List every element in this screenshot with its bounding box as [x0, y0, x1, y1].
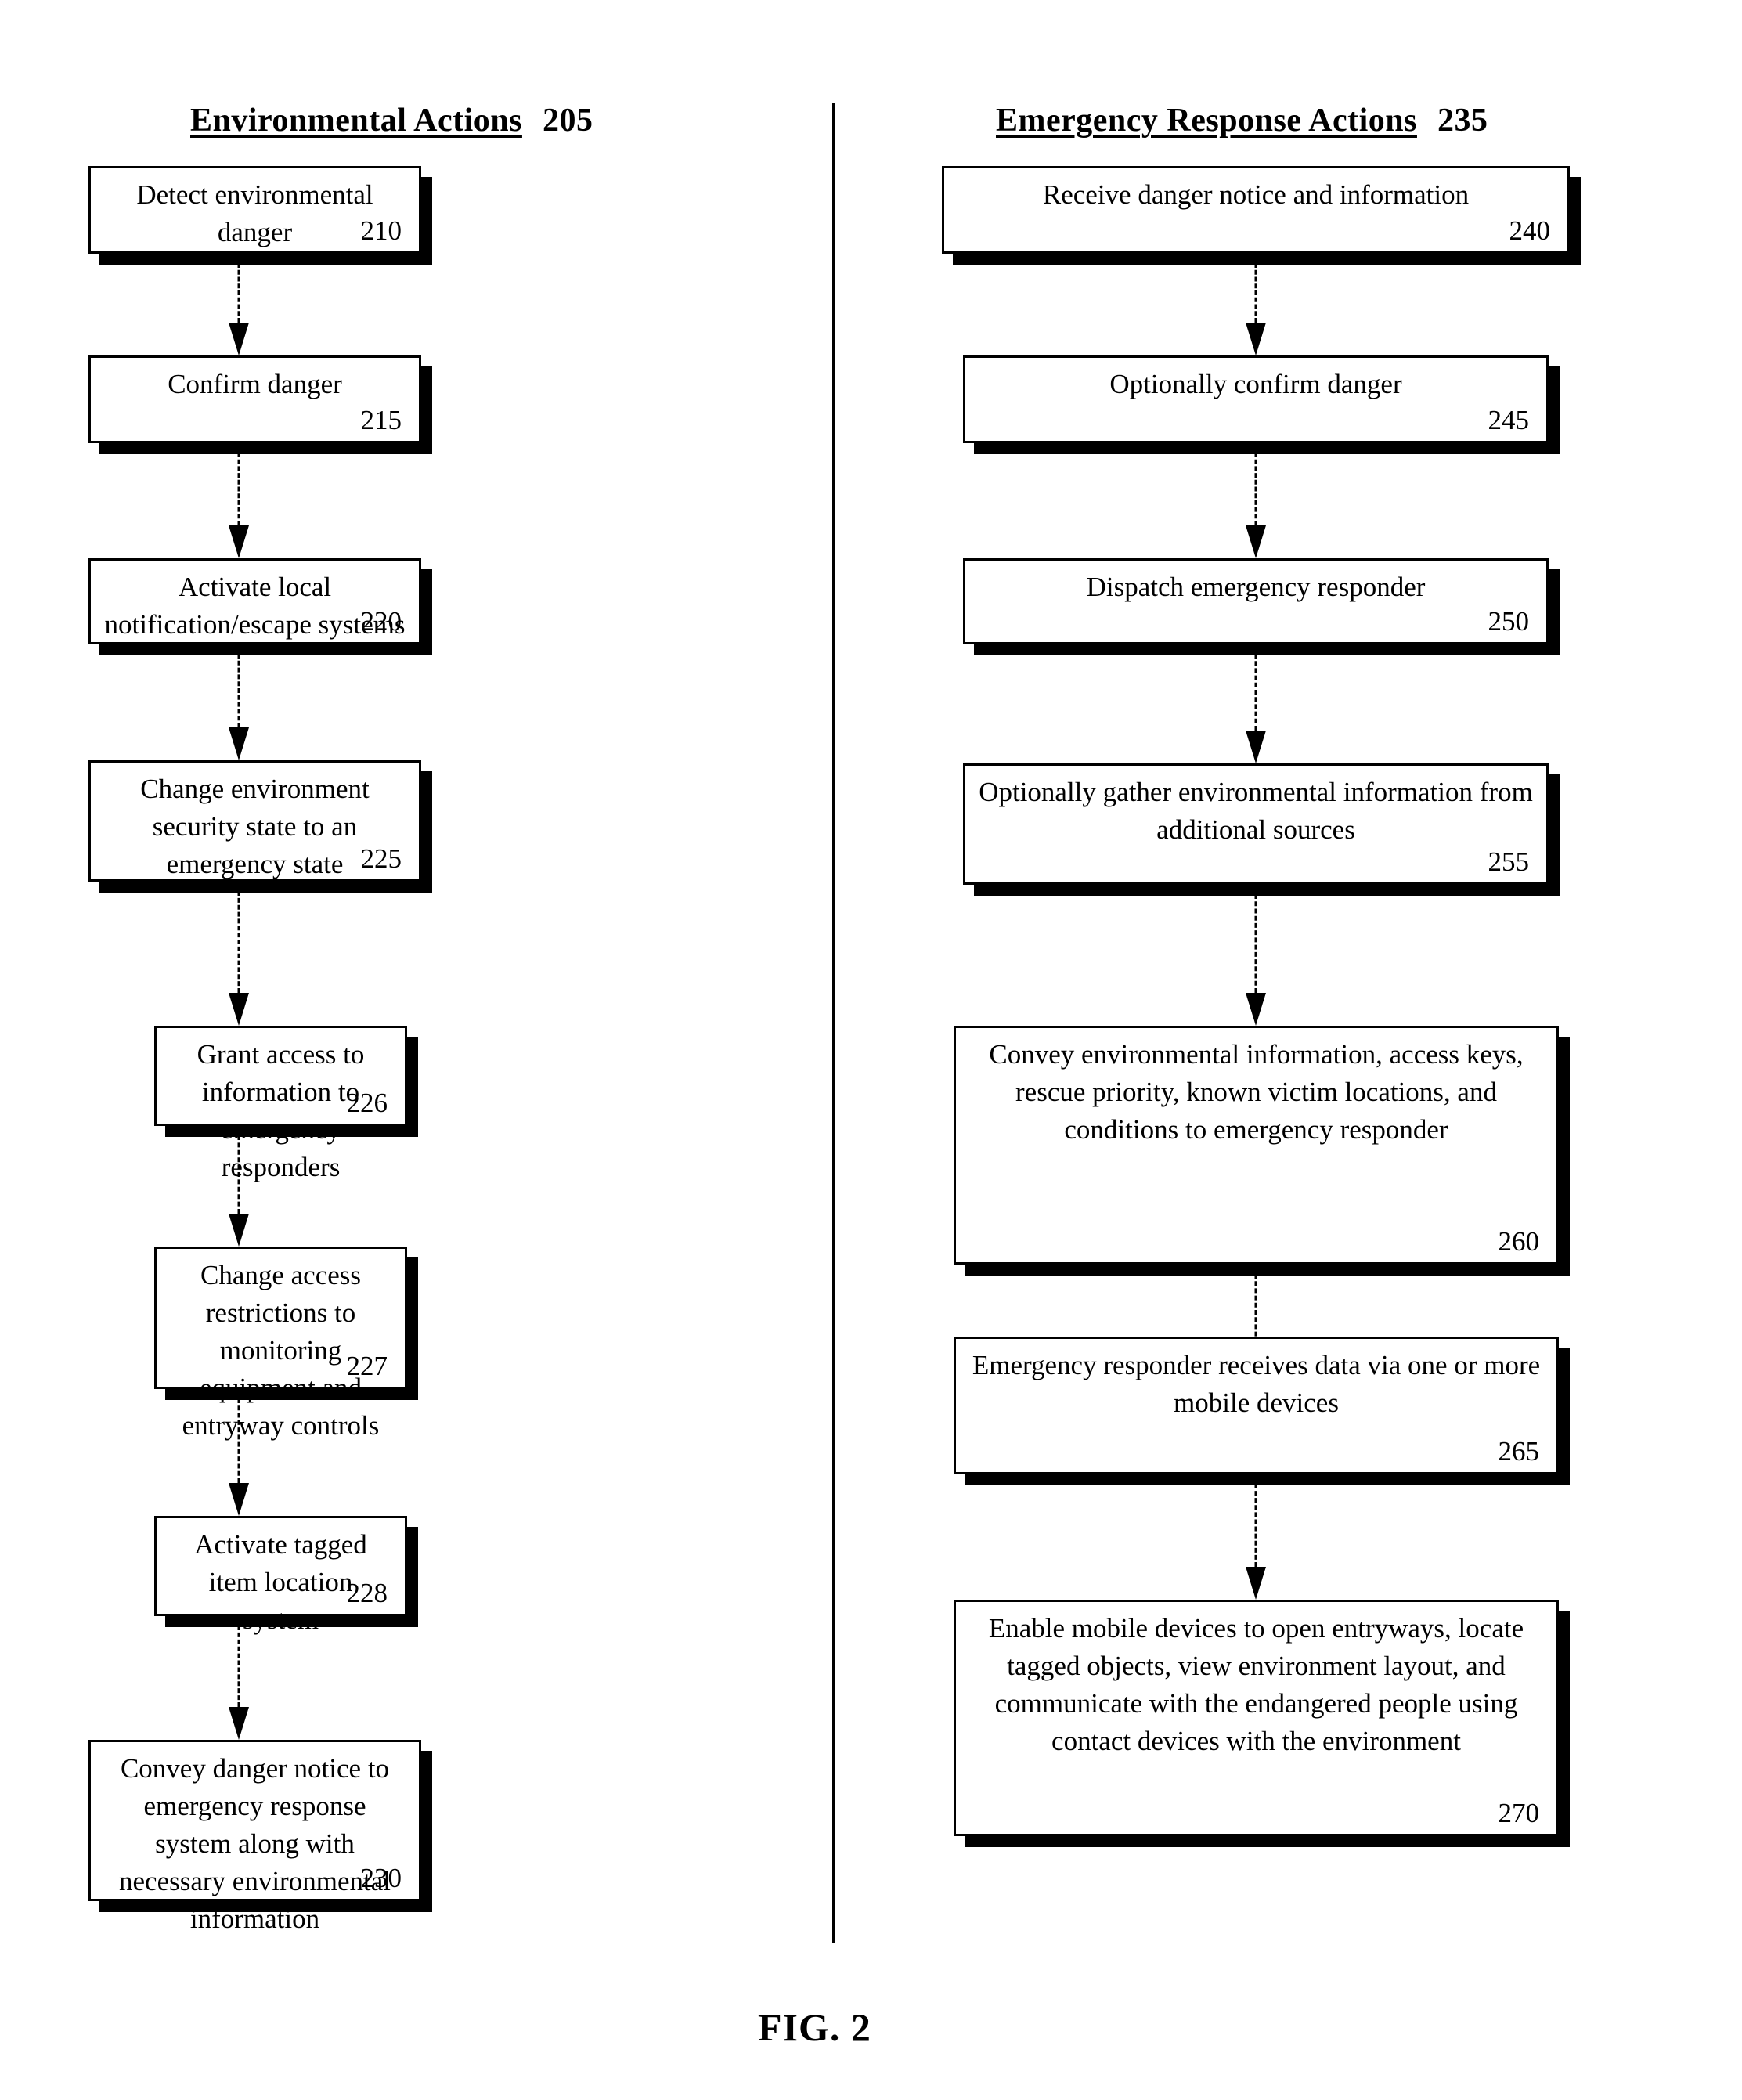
- process-box-230[interactable]: Convey danger notice to emergency respon…: [88, 1740, 421, 1934]
- process-box-270-label: Enable mobile devices to open entryways,…: [988, 1613, 1524, 1756]
- process-box-270[interactable]: Enable mobile devices to open entryways,…: [954, 1600, 1559, 1836]
- process-box-230-label: Convey danger notice to emergency respon…: [119, 1753, 391, 1934]
- arrow-head: [1246, 1567, 1266, 1600]
- arrow-stem: [1254, 453, 1257, 525]
- process-box-215-ref: 215: [360, 405, 402, 435]
- process-box-227-ref: 227: [346, 1351, 388, 1381]
- process-box-230-ref: 230: [360, 1863, 402, 1893]
- arrow-head: [229, 727, 249, 760]
- process-box-260-label: Convey environmental information, access…: [989, 1039, 1524, 1145]
- flow-arrow-265-to-270: [1244, 1484, 1268, 1600]
- process-box-255-label: Optionally gather environmental informat…: [979, 777, 1533, 845]
- flow-arrow-228-to-230: [227, 1626, 251, 1740]
- arrow-head: [1246, 993, 1266, 1026]
- arrow-stem: [1254, 1484, 1257, 1567]
- process-box-228[interactable]: Activate tagged item location system 228: [154, 1516, 407, 1635]
- process-box-240-label: Receive danger notice and information: [1042, 179, 1470, 210]
- arrow-head: [1246, 525, 1266, 558]
- process-box-270-ref: 270: [1498, 1798, 1540, 1828]
- process-box-245[interactable]: Optionally confirm danger 245: [963, 355, 1549, 443]
- column-ref-emergency-response-actions: 235: [1437, 103, 1488, 139]
- arrow-stem: [237, 453, 240, 525]
- arrow-head: [229, 323, 249, 355]
- process-box-215-label: Confirm danger: [168, 369, 342, 399]
- column-ref-environmental-actions: 205: [542, 103, 593, 139]
- process-box-227[interactable]: Change access restrictions to monitoring…: [154, 1247, 407, 1441]
- flow-arrow-215-to-220: [227, 453, 251, 558]
- process-box-240[interactable]: Receive danger notice and information 24…: [942, 166, 1570, 254]
- process-box-210-ref: 210: [360, 215, 402, 246]
- process-box-220-ref: 220: [360, 606, 402, 637]
- arrow-stem: [237, 263, 240, 323]
- process-box-210[interactable]: Detect environmental danger 210: [88, 166, 421, 254]
- process-box-260-ref: 260: [1498, 1226, 1540, 1257]
- process-box-226-ref: 226: [346, 1088, 388, 1118]
- arrow-head: [229, 1707, 249, 1740]
- arrow-stem: [237, 654, 240, 727]
- arrow-stem: [1254, 654, 1257, 731]
- process-box-245-ref: 245: [1488, 405, 1530, 435]
- column-header-emergency-response-actions: Emergency Response Actions 235: [996, 102, 1488, 139]
- flow-arrow-245-to-250: [1244, 453, 1268, 558]
- column-divider: [832, 103, 835, 1943]
- flow-arrow-220-to-225: [227, 654, 251, 760]
- process-box-250-ref: 250: [1488, 606, 1530, 637]
- flow-arrow-255-to-260: [1244, 894, 1268, 1026]
- process-box-225[interactable]: Change environment security state to an …: [88, 760, 421, 882]
- arrow-head: [229, 993, 249, 1026]
- process-box-250[interactable]: Dispatch emergency responder 250: [963, 558, 1549, 644]
- arrow-stem: [1254, 263, 1257, 323]
- arrow-stem: [237, 891, 240, 993]
- arrow-head: [1246, 323, 1266, 355]
- process-box-255-ref: 255: [1488, 846, 1530, 877]
- process-box-226[interactable]: Grant access to information to emergency…: [154, 1026, 407, 1182]
- process-box-265-ref: 265: [1498, 1436, 1540, 1467]
- column-title-environmental-actions: Environmental Actions: [190, 103, 522, 139]
- figure-caption: FIG. 2: [758, 2005, 871, 2049]
- process-box-260[interactable]: Convey environmental information, access…: [954, 1026, 1559, 1265]
- column-title-emergency-response-actions: Emergency Response Actions: [996, 103, 1417, 139]
- arrow-head: [229, 1214, 249, 1247]
- process-box-255[interactable]: Optionally gather environmental informat…: [963, 763, 1549, 885]
- flow-arrow-240-to-245: [1244, 263, 1268, 355]
- arrow-head: [229, 525, 249, 558]
- arrow-head: [1246, 731, 1266, 763]
- process-box-215[interactable]: Confirm danger 215: [88, 355, 421, 443]
- flow-arrow-225-to-226: [227, 891, 251, 1026]
- process-box-220[interactable]: Activate local notification/escape syste…: [88, 558, 421, 644]
- process-box-245-label: Optionally confirm danger: [1109, 369, 1402, 399]
- arrow-stem: [1254, 894, 1257, 993]
- process-box-250-label: Dispatch emergency responder: [1086, 572, 1426, 602]
- column-header-environmental-actions: Environmental Actions 205: [190, 102, 593, 139]
- process-box-240-ref: 240: [1509, 215, 1551, 246]
- flow-arrow-210-to-215: [227, 263, 251, 355]
- arrow-head: [229, 1483, 249, 1516]
- flow-arrow-250-to-255: [1244, 654, 1268, 763]
- process-box-265-label: Emergency responder receives data via on…: [972, 1350, 1541, 1418]
- process-box-265[interactable]: Emergency responder receives data via on…: [954, 1337, 1559, 1474]
- process-box-225-ref: 225: [360, 843, 402, 874]
- process-box-228-ref: 228: [346, 1578, 388, 1608]
